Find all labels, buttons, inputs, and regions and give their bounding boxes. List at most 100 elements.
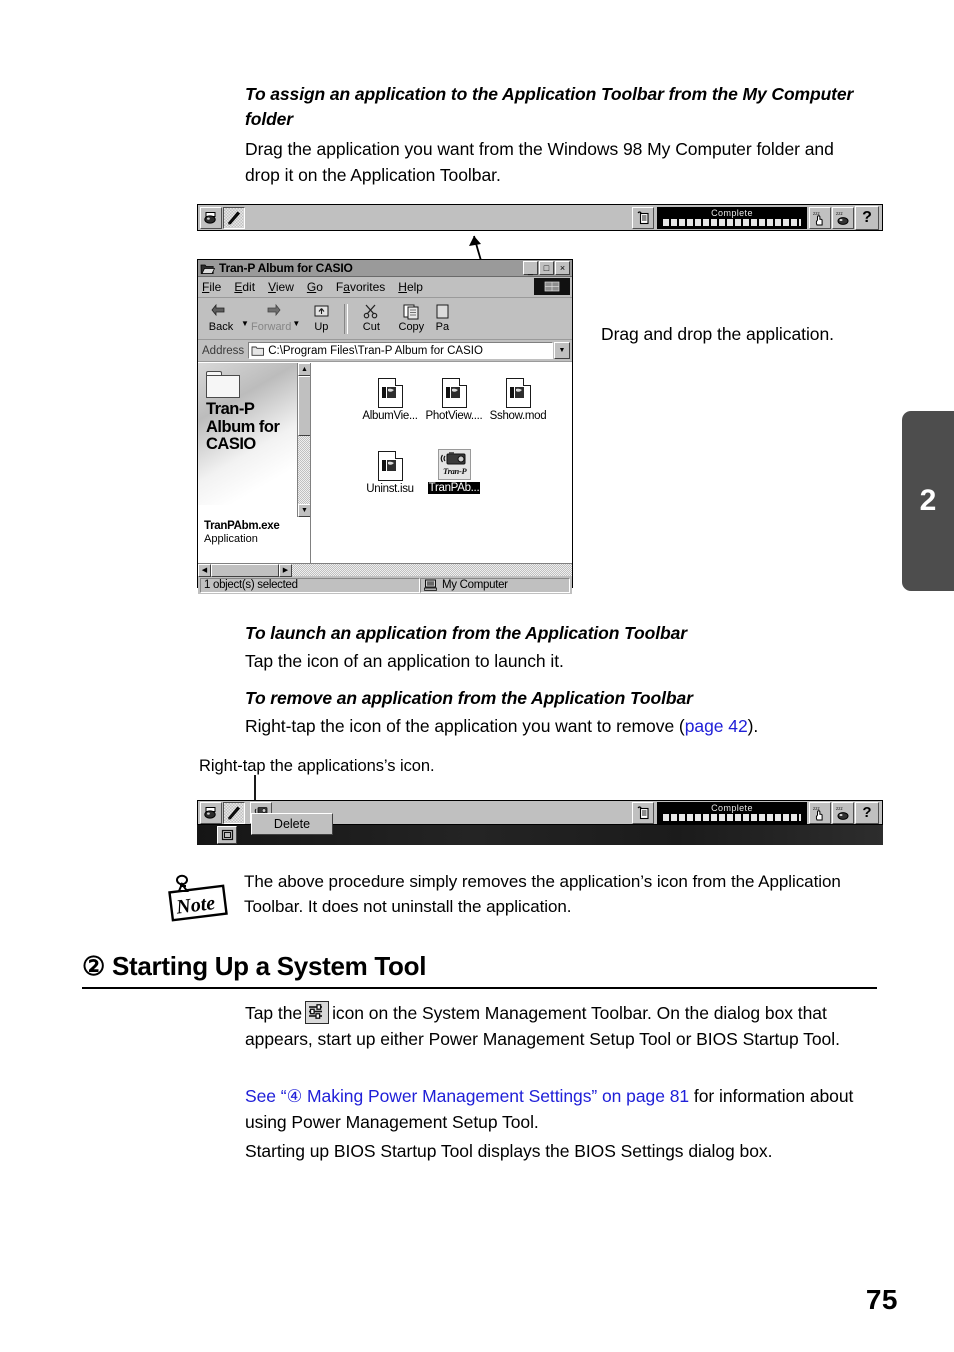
status-right-label: My Computer <box>442 579 508 591</box>
explorer-addressbar[interactable]: Address C:\Program Files\Tran-P Album fo… <box>198 340 572 362</box>
pen-icon[interactable] <box>223 801 245 824</box>
file-item-tranpabm[interactable]: Tran-P TranPAb... <box>417 449 491 494</box>
file-item-uninst[interactable]: Uninst.isu <box>353 450 427 495</box>
toolbar-copy-label: Copy <box>398 321 425 333</box>
minimize-button[interactable]: _ <box>523 261 538 275</box>
left-pane-scrollbar[interactable]: ▲ ▼ <box>297 363 310 517</box>
maximize-icon: □ <box>543 262 550 273</box>
toolbar-paste-label: Pa <box>435 321 450 333</box>
maximize-button[interactable]: □ <box>539 261 554 275</box>
toolbar-cut-button[interactable]: Cut <box>352 304 390 333</box>
file-item-albumview[interactable]: AlbumVie... <box>353 377 427 422</box>
hscroll-right-button[interactable]: ▶ <box>279 563 292 577</box>
suspend-mouse-icon-svg: zzz <box>836 806 849 820</box>
explorer-horizontal-scrollbar[interactable]: ◀ ▶ <box>198 563 572 577</box>
forward-dropdown-caret-icon[interactable]: ▼ <box>292 319 301 328</box>
printer-icon-svg <box>204 806 216 819</box>
back-dropdown-caret-icon[interactable]: ▼ <box>241 319 250 328</box>
file-item-photview[interactable]: PhotView.... <box>417 377 491 422</box>
printer-icon[interactable] <box>200 801 222 824</box>
address-dropdown-button[interactable]: ▼ <box>554 342 570 359</box>
app-doc-glyph <box>445 387 460 398</box>
windows-logo-icon <box>534 278 570 295</box>
note-icon-svg: Note <box>168 874 228 922</box>
toolbar-forward-button[interactable]: Forward <box>251 304 291 333</box>
explorer-window[interactable]: Tran-P Album for CASIO _ □ × File Edit V… <box>197 259 573 594</box>
status-right: My Computer <box>420 577 570 593</box>
toolbar-separator <box>344 303 349 334</box>
explorer-statusbar: 1 object(s) selected My Computer <box>198 576 572 594</box>
system-management-icon-svg <box>309 1004 323 1019</box>
app-doc-glyph <box>509 387 524 398</box>
scissors-icon <box>364 304 378 319</box>
tranp-camera-icon: Tran-P <box>440 451 468 476</box>
menu-edit[interactable]: Edit <box>234 280 255 294</box>
document-icon <box>505 377 531 408</box>
menu-view-key: V <box>268 280 276 294</box>
toolbar-paste-button[interactable]: Pa <box>432 304 452 333</box>
toolbar-copy-button[interactable]: Copy <box>392 304 430 333</box>
system-management-icon[interactable] <box>305 1001 330 1024</box>
menu-go[interactable]: Go <box>307 280 323 294</box>
left-pane-selected-file: TranPAbm.exe <box>204 520 280 532</box>
suspend-hand-icon-svg: zzz <box>813 806 823 820</box>
suspend-hand-icon[interactable]: zzz <box>809 801 831 824</box>
hscroll-left-button[interactable]: ◀ <box>198 563 211 577</box>
left-pane-banner: Tran-P Album for CASIO <box>198 363 310 505</box>
status-display-bargraph <box>663 814 801 822</box>
back-arrow-icon <box>211 304 225 317</box>
section-body-assign: Drag the application you want from the W… <box>245 139 834 185</box>
page-42-link[interactable]: page 42 <box>685 716 748 736</box>
toolbar-forward-label: Forward <box>251 321 292 333</box>
forward-arrow-icon <box>267 304 281 317</box>
clipboard-icon-svg <box>637 805 649 819</box>
clipboard-icon[interactable] <box>632 801 654 824</box>
menu-go-rest: o <box>316 280 323 294</box>
scroll-up-button[interactable]: ▲ <box>298 363 310 376</box>
left-pane-selected-type: Application <box>204 533 258 546</box>
left-pane-title: Tran-P Album for CASIO <box>206 400 280 454</box>
explorer-titlebar[interactable]: Tran-P Album for CASIO _ □ × <box>198 260 572 277</box>
close-button[interactable]: × <box>555 261 570 275</box>
menu-favorites[interactable]: Favorites <box>336 280 385 294</box>
svg-text:Tran-P: Tran-P <box>443 466 467 476</box>
heading-rule <box>82 987 877 989</box>
toolbar-up-button[interactable]: Up <box>302 304 340 333</box>
address-input[interactable]: C:\Program Files\Tran-P Album for CASIO <box>248 342 553 359</box>
file-item-sshow[interactable]: Sshow.mod <box>481 377 555 422</box>
system-tool-paragraph-2: See “④ Making Power Management Settings”… <box>245 1084 890 1135</box>
power-management-link[interactable]: See “④ Making Power Management Settings”… <box>245 1086 689 1106</box>
help-icon[interactable]: ? <box>855 801 879 824</box>
toolbar-back-button[interactable]: Back <box>202 304 240 333</box>
taskbar-app-icon[interactable] <box>217 826 237 844</box>
menu-favorites-rest: vorites <box>349 280 386 294</box>
window-restore-icon <box>221 829 233 841</box>
app-doc-glyph <box>381 460 396 471</box>
svg-text:zzz: zzz <box>813 806 821 811</box>
menu-view[interactable]: View <box>268 280 294 294</box>
heading-title: Starting Up a System Tool <box>111 951 427 981</box>
delete-menu-label[interactable]: Delete <box>274 817 310 831</box>
section-body-launch: Tap the icon of an application to launch… <box>245 651 564 671</box>
suspend-mouse-icon[interactable]: zzz <box>832 801 854 824</box>
system-tool-heading-block: ② Starting Up a System Tool <box>82 951 877 989</box>
menu-help[interactable]: Help <box>398 280 423 294</box>
explorer-file-list[interactable]: AlbumVie... PhotView.... Sshow.mod Unins… <box>311 363 572 563</box>
scroll-down-button[interactable]: ▼ <box>298 504 310 517</box>
document-icon <box>441 377 467 408</box>
hscroll-thumb[interactable] <box>211 563 279 577</box>
file-label: AlbumVie... <box>362 410 418 422</box>
file-label: PhotView.... <box>425 410 483 422</box>
menu-file[interactable]: File <box>202 280 221 294</box>
left-pane-details: TranPAbm.exe Application <box>198 505 310 547</box>
context-menu-delete[interactable]: Delete <box>251 813 333 835</box>
explorer-toolbar[interactable]: Back ▼ Forward ▼ Up Cut Copy Pa <box>198 298 572 340</box>
menu-go-key: G <box>306 280 317 294</box>
help-icon-label: ? <box>862 804 872 821</box>
document-icon-inner <box>381 459 397 473</box>
scroll-thumb[interactable] <box>298 376 310 436</box>
document-icon <box>377 450 403 481</box>
explorer-menubar[interactable]: File Edit View Go Favorites Help <box>198 277 572 298</box>
minimize-icon: _ <box>527 264 533 275</box>
tranp-app-icon: Tran-P <box>437 449 471 480</box>
